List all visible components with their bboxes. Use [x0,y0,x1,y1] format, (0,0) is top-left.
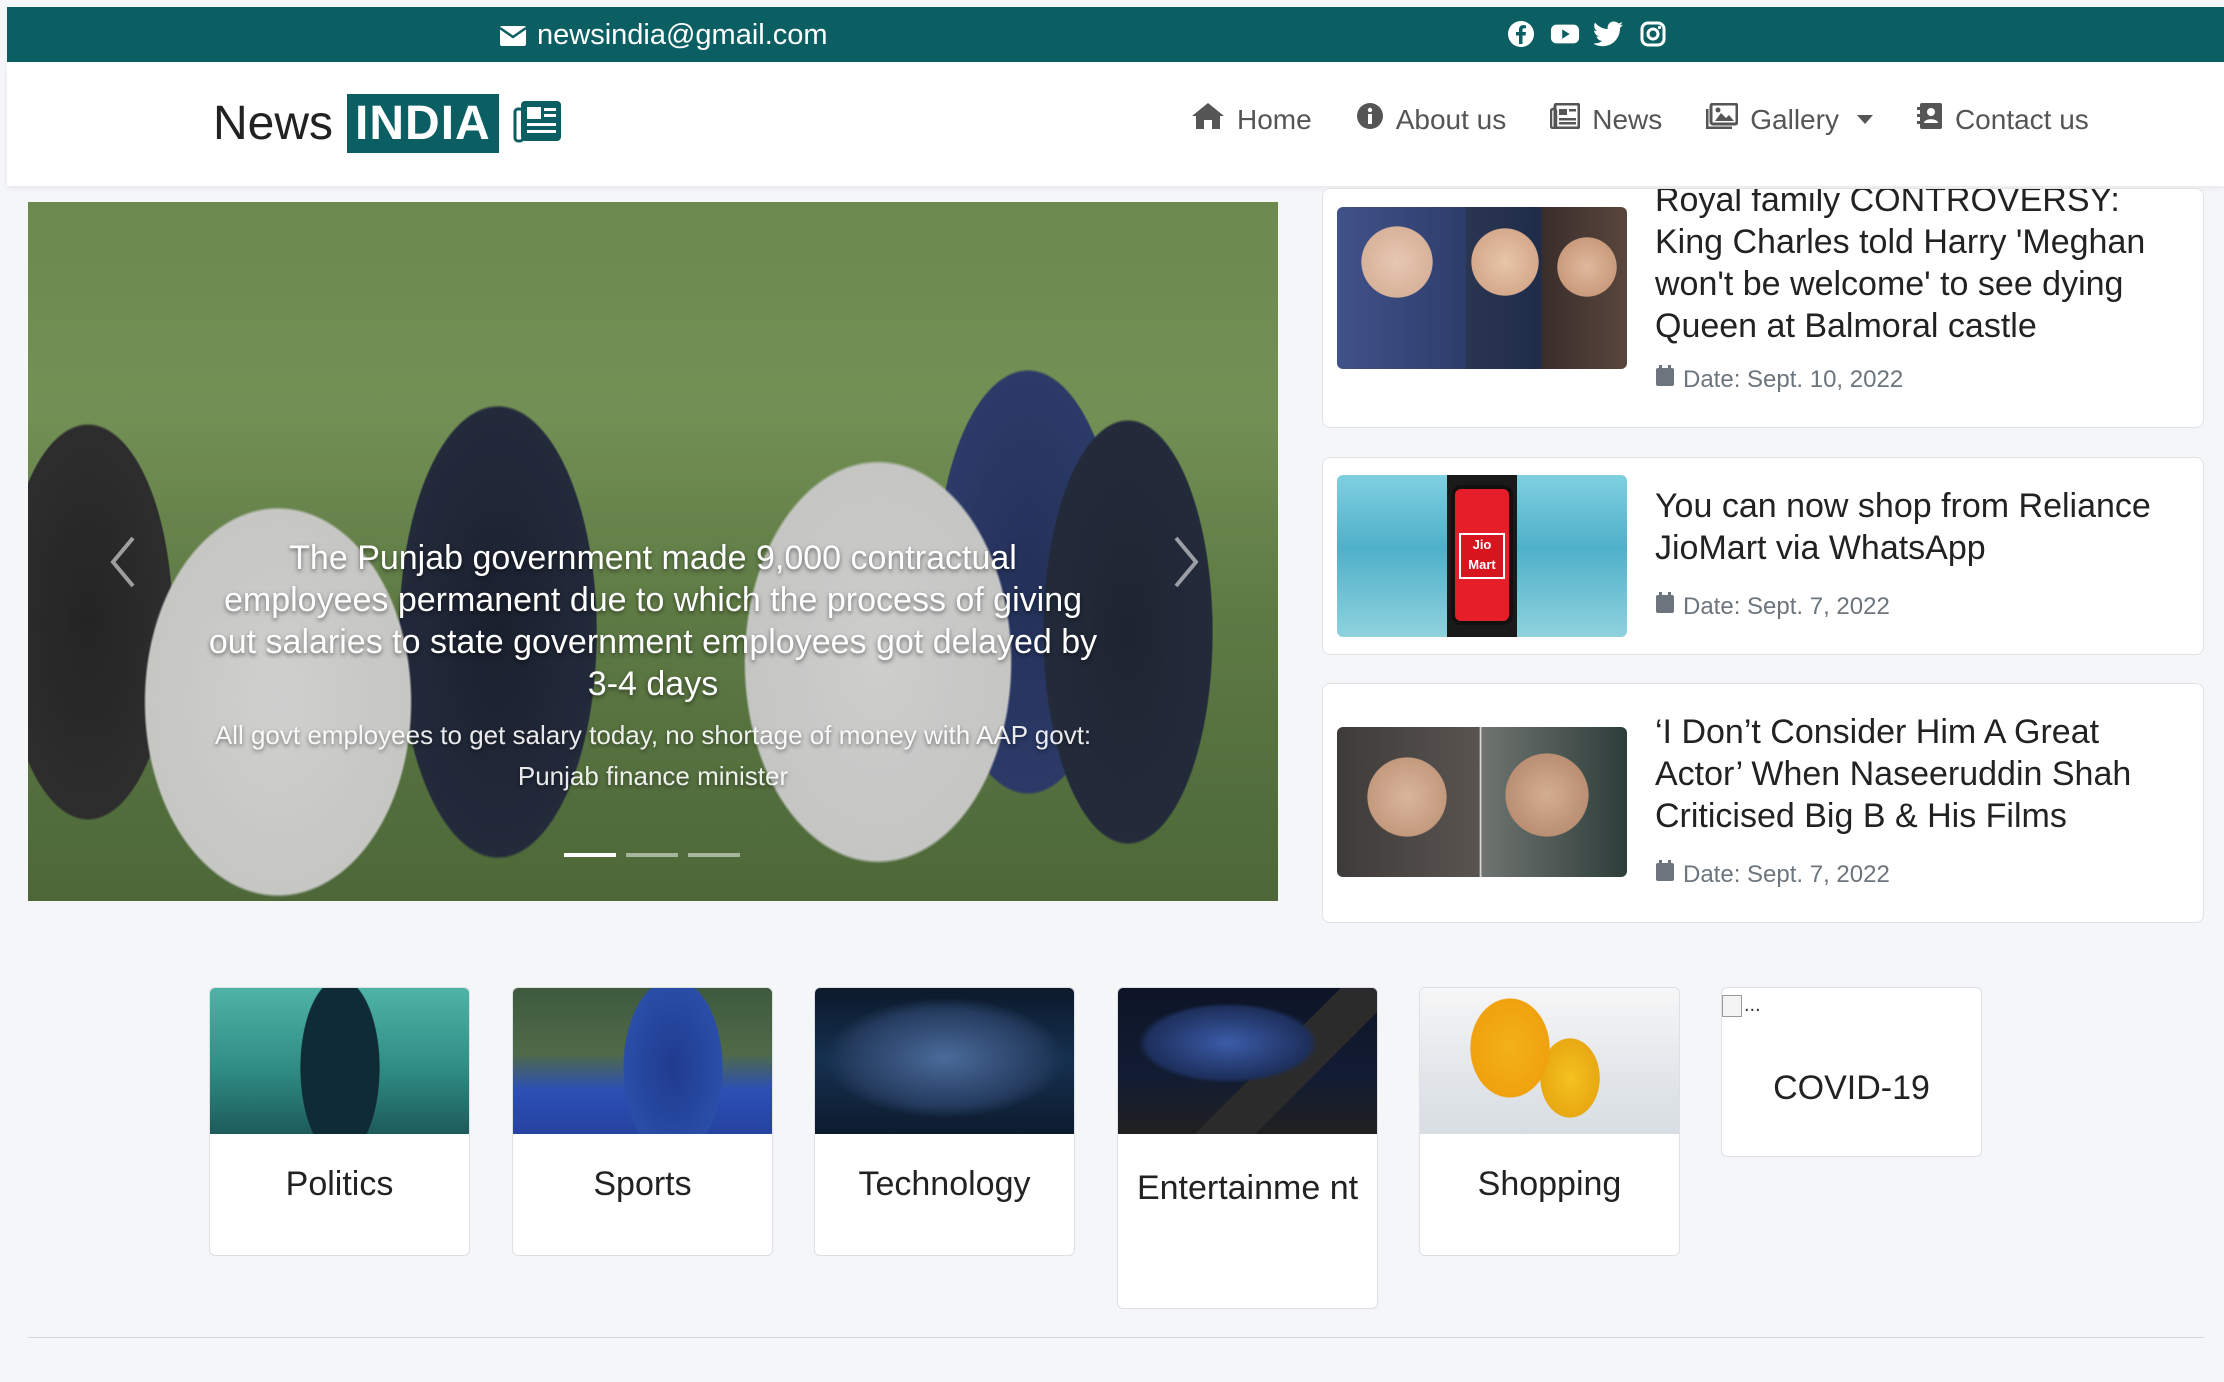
category-image [210,988,469,1134]
category-label: Politics [285,1165,394,1203]
images-icon [1705,102,1739,136]
carousel-indicator[interactable] [564,853,616,857]
chevron-down-icon [1856,115,1873,124]
news-thumbnail: Jio Mart [1337,475,1627,637]
facebook-icon[interactable] [1506,19,1536,49]
carousel-indicator[interactable] [626,853,678,857]
news-date: Date: Sept. 10, 2022 [1655,365,1903,394]
news-date-text: Date: Sept. 7, 2022 [1683,592,1890,620]
main-navbar: News INDIA Home About us News Gallery Co… [7,62,2224,186]
category-label: Technology [858,1165,1031,1203]
address-card-icon [1916,102,1943,137]
category-label: Sports [593,1165,692,1203]
nav-gallery[interactable]: Gallery [1705,102,1873,137]
news-title[interactable]: ‘I Don’t Consider Him A Great Actor’ Whe… [1655,711,2183,837]
nav-news-label: News [1592,103,1663,135]
carousel-caption: The Punjab government made 9,000 contrac… [208,537,1098,797]
newspaper-icon [513,99,563,148]
news-title[interactable]: Royal family CONTROVERSY: King Charles t… [1655,189,2183,347]
category-card-shopping[interactable]: Shopping [1419,987,1680,1256]
news-title[interactable]: You can now shop from Reliance JioMart v… [1655,485,2183,569]
category-card-covid[interactable]: ... COVID-19 [1721,987,1982,1157]
calendar-icon [1655,592,1675,621]
hero-carousel[interactable]: The Punjab government made 9,000 contrac… [28,202,1278,901]
envelope-icon [499,25,527,47]
home-icon [1191,102,1225,137]
jiomart-logo: Jio Mart [1459,533,1505,579]
category-label: COVID-19 [1773,1069,1930,1107]
brand-highlight: INDIA [347,94,499,153]
calendar-icon [1655,365,1675,394]
category-image [1118,988,1377,1134]
news-date-text: Date: Sept. 7, 2022 [1683,860,1890,888]
category-image [1420,988,1679,1134]
news-date-text: Date: Sept. 10, 2022 [1683,365,1904,393]
nav-home-label: Home [1237,103,1312,135]
nav-menu: Home About us News Gallery Contact us [1191,102,2089,137]
carousel-subtitle: All govt employees to get salary today, … [214,720,1092,791]
news-thumbnail [1337,727,1627,877]
twitter-icon[interactable] [1594,19,1624,49]
category-card-politics[interactable]: Politics [209,987,470,1256]
email-text: newsindia@gmail.com [537,19,828,51]
social-links [1506,19,1668,49]
site-logo[interactable]: News INDIA [213,94,563,153]
category-card-technology[interactable]: Technology [814,987,1075,1256]
brand-word: News [213,97,334,150]
broken-image-icon [1722,994,1742,1017]
category-image [513,988,772,1134]
contact-email[interactable]: newsindia@gmail.com [499,19,828,52]
category-label: Shopping [1477,1165,1622,1203]
instagram-icon[interactable] [1638,19,1668,49]
carousel-next-button[interactable] [1166,532,1206,592]
youtube-icon[interactable] [1550,19,1580,49]
news-thumbnail [1337,207,1627,369]
nav-gallery-label: Gallery [1750,103,1839,135]
broken-image-alt: ... [1744,994,1761,1016]
news-card[interactable]: ‘I Don’t Consider Him A Great Actor’ Whe… [1322,683,2204,923]
category-image [815,988,1074,1134]
newspaper-icon [1549,102,1581,136]
nav-home[interactable]: Home [1191,102,1312,137]
news-card[interactable]: Jio Mart You can now shop from Reliance … [1322,457,2204,655]
category-label: Entertainme nt [1136,1169,1359,1207]
nav-contact-label: Contact us [1954,103,2089,135]
section-divider [28,1337,2204,1338]
nav-about[interactable]: About us [1356,102,1507,137]
info-icon [1356,102,1384,137]
carousel-indicator[interactable] [688,853,740,857]
news-card[interactable]: Royal family CONTROVERSY: King Charles t… [1322,188,2204,428]
news-date: Date: Sept. 7, 2022 [1655,592,1890,621]
nav-news[interactable]: News [1549,102,1663,137]
top-bar: newsindia@gmail.com [7,7,2224,62]
carousel-indicators [564,853,740,857]
news-date: Date: Sept. 7, 2022 [1655,860,1890,889]
category-card-sports[interactable]: Sports [512,987,773,1256]
carousel-headline[interactable]: The Punjab government made 9,000 contrac… [208,537,1098,705]
nav-contact[interactable]: Contact us [1916,102,2089,137]
calendar-icon [1655,860,1675,889]
broken-image: ... [1722,994,1761,1017]
carousel-prev-button[interactable] [103,532,143,592]
nav-about-label: About us [1395,103,1507,135]
category-card-entertainment[interactable]: Entertainme nt [1117,987,1378,1309]
